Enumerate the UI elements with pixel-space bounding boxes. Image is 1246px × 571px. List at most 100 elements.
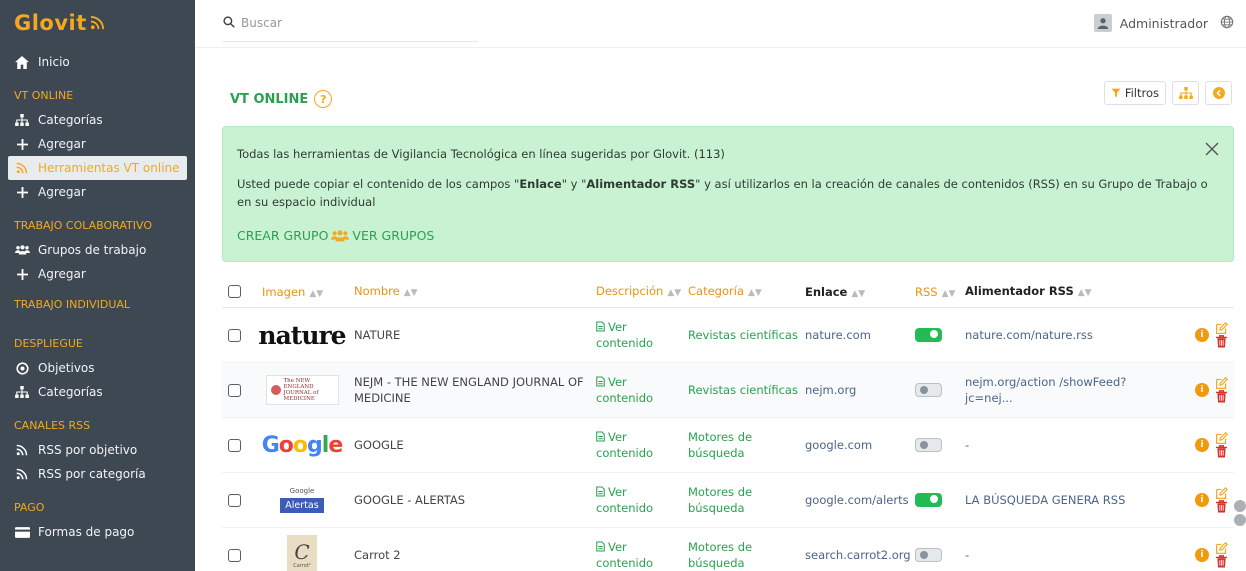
scroll-down-icon[interactable] <box>1234 514 1246 526</box>
rss-toggle[interactable] <box>915 548 942 562</box>
user-menu[interactable]: Administrador <box>1093 14 1234 32</box>
row-link[interactable]: nature.com <box>805 328 915 342</box>
sidebar-item-objetivos[interactable]: Objetivos <box>0 356 195 380</box>
row-checkbox[interactable] <box>228 548 241 562</box>
row-checkbox[interactable] <box>228 328 241 342</box>
sitemap-icon <box>14 112 30 128</box>
filters-button[interactable]: Filtros <box>1103 81 1166 105</box>
info-icon[interactable]: i <box>1195 548 1209 562</box>
carrot-logo: C Carrot² <box>287 535 317 571</box>
sidebar-item-inicio[interactable]: Inicio <box>0 50 195 74</box>
sidebar-item-rss-por-objetivo[interactable]: RSS por objetivo <box>0 438 195 462</box>
sitemap-icon <box>14 384 30 400</box>
row-link[interactable]: nejm.org <box>805 383 915 397</box>
brand-logo[interactable]: Glovit <box>0 0 195 46</box>
sidebar-item-rss-por-categor-a[interactable]: RSS por categoría <box>0 462 195 486</box>
users-icon <box>331 229 350 243</box>
help-icon[interactable]: ? <box>314 90 333 108</box>
trash-icon[interactable] <box>1216 335 1227 348</box>
edit-icon[interactable] <box>1215 487 1228 500</box>
sitemap-button[interactable] <box>1172 81 1199 105</box>
scroll-up-icon[interactable] <box>1234 500 1246 512</box>
search-input[interactable]: Buscar <box>241 16 282 30</box>
sidebar-item-categor-as[interactable]: Categorías <box>0 380 195 404</box>
back-button[interactable] <box>1205 81 1232 105</box>
rss-toggle[interactable] <box>915 328 942 342</box>
table-row: Google GOOGLE Ver contenido Motores de búsq… <box>222 418 1234 473</box>
sidebar-item-label: Herramientas VT online <box>38 161 180 175</box>
plus-icon <box>14 266 30 282</box>
sidebar-item-agregar[interactable]: Agregar <box>0 180 195 204</box>
info-alert: Todas las herramientas de Vigilancia Tec… <box>222 126 1234 262</box>
row-link[interactable]: google.com/alerts <box>805 493 915 507</box>
info-icon[interactable]: i <box>1195 493 1209 507</box>
select-all-checkbox[interactable] <box>228 285 241 298</box>
view-content-link[interactable]: Ver contenido <box>596 429 688 461</box>
row-name: NATURE <box>354 328 401 342</box>
create-group-link[interactable]: CREAR GRUPO <box>237 227 328 245</box>
scroll-controls[interactable] <box>1234 500 1246 526</box>
row-feed[interactable]: - <box>965 437 1165 453</box>
row-category-link[interactable]: Motores de búsqueda <box>688 539 805 571</box>
row-feed[interactable]: nejm.org/action /showFeed?jc=nej... <box>965 374 1165 406</box>
row-feed[interactable]: - <box>965 547 1165 563</box>
sidebar-item-categor-as[interactable]: Categorías <box>0 108 195 132</box>
row-logo: nature <box>258 314 346 356</box>
row-checkbox[interactable] <box>228 493 241 507</box>
view-groups-link[interactable]: VER GRUPOS <box>352 227 434 245</box>
trash-icon[interactable] <box>1216 500 1227 513</box>
search-box[interactable]: Buscar <box>223 6 478 42</box>
info-icon[interactable]: i <box>1195 383 1209 397</box>
sidebar-section-canales-rss: CANALES RSS <box>14 419 91 432</box>
info-icon[interactable]: i <box>1195 328 1209 342</box>
header-description[interactable]: Descripción ▲▼ <box>596 283 688 301</box>
header-image[interactable]: Imagen ▲▼ <box>254 285 346 299</box>
row-checkbox[interactable] <box>228 383 241 397</box>
sidebar-section-trabajo-colaborativo: TRABAJO COLABORATIVO <box>14 219 152 232</box>
rss-toggle[interactable] <box>915 438 942 452</box>
view-content-link[interactable]: Ver contenido <box>596 319 688 351</box>
rss-icon <box>14 442 30 458</box>
edit-icon[interactable] <box>1215 542 1228 555</box>
row-logo: Google <box>262 424 344 466</box>
header-link[interactable]: Enlace ▲▼ <box>805 285 915 299</box>
header-feed[interactable]: Alimentador RSS ▲▼ <box>965 283 1165 301</box>
rss-toggle[interactable] <box>915 383 942 397</box>
row-checkbox[interactable] <box>228 438 241 452</box>
view-content-link[interactable]: Ver contenido <box>596 484 688 516</box>
sidebar-item-herramientas-vt-online[interactable]: Herramientas VT online <box>8 156 187 180</box>
user-name: Administrador <box>1119 15 1208 31</box>
trash-icon[interactable] <box>1216 555 1227 568</box>
edit-icon[interactable] <box>1215 432 1228 445</box>
header-name[interactable]: Nombre ▲▼ <box>346 283 596 301</box>
sidebar-item-label: Agregar <box>38 137 86 151</box>
main-content: VT ONLINE ? Filtros Todas las herramient… <box>222 48 1234 571</box>
row-category-link[interactable]: Revistas científicas <box>688 382 805 398</box>
row-feed[interactable]: LA BÚSQUEDA GENERA RSS <box>965 492 1165 508</box>
info-icon[interactable]: i <box>1195 438 1209 452</box>
edit-icon[interactable] <box>1215 322 1228 335</box>
header-category[interactable]: Categoría ▲▼ <box>688 283 805 301</box>
users-icon <box>14 242 30 258</box>
sidebar-item-formas-de-pago[interactable]: Formas de pago <box>0 520 195 544</box>
row-link[interactable]: search.carrot2.org <box>805 548 915 562</box>
row-category-link[interactable]: Revistas científicas <box>688 327 805 343</box>
sidebar-section-trabajo-individual: TRABAJO INDIVIDUAL <box>14 297 131 311</box>
edit-icon[interactable] <box>1215 377 1228 390</box>
header-rss[interactable]: RSS ▲▼ <box>915 285 965 299</box>
row-category-link[interactable]: Motores de búsqueda <box>688 484 805 516</box>
trash-icon[interactable] <box>1216 445 1227 458</box>
view-content-link[interactable]: Ver contenido <box>596 374 688 406</box>
trash-icon[interactable] <box>1216 390 1227 403</box>
rss-toggle[interactable] <box>915 493 942 507</box>
close-icon[interactable] <box>1205 142 1219 156</box>
target-icon <box>14 360 30 376</box>
view-content-link[interactable]: Ver contenido <box>596 539 688 571</box>
sidebar-item-grupos-de-trabajo[interactable]: Grupos de trabajo <box>0 238 195 262</box>
sidebar-item-agregar[interactable]: Agregar <box>0 262 195 286</box>
row-feed[interactable]: nature.com/nature.rss <box>965 327 1165 343</box>
globe-icon[interactable] <box>1220 15 1234 32</box>
sidebar-item-agregar[interactable]: Agregar <box>0 132 195 156</box>
row-category-link[interactable]: Motores de búsqueda <box>688 429 805 461</box>
row-link[interactable]: google.com <box>805 438 915 452</box>
